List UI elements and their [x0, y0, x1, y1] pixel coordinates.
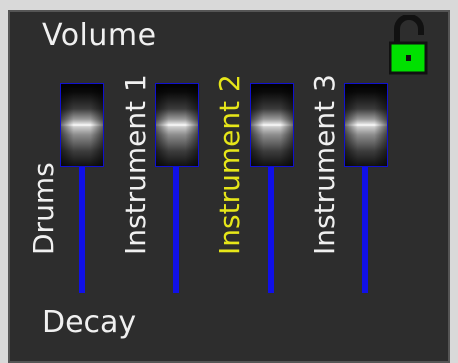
fader-knob-instrument-3[interactable] — [344, 83, 388, 167]
fader-knob-instrument-2[interactable] — [250, 83, 294, 167]
fader-track-drums — [79, 160, 85, 293]
fader-knob-instrument-1[interactable] — [155, 83, 199, 167]
channel-label-instrument-3: Instrument 3 — [308, 74, 341, 255]
decay-label: Decay — [42, 305, 137, 340]
channel-label-drums: Drums — [27, 162, 60, 255]
channel-label-instrument-1: Instrument 1 — [119, 74, 152, 255]
fader-knob-drums[interactable] — [60, 83, 104, 167]
panel-title: Volume — [42, 18, 157, 53]
fader-track-instrument-1 — [173, 160, 179, 293]
channel-label-instrument-2: Instrument 2 — [213, 74, 246, 255]
padlock-open-icon[interactable] — [389, 15, 429, 75]
fader-track-instrument-2 — [268, 160, 274, 293]
fader-track-instrument-3 — [362, 160, 368, 293]
